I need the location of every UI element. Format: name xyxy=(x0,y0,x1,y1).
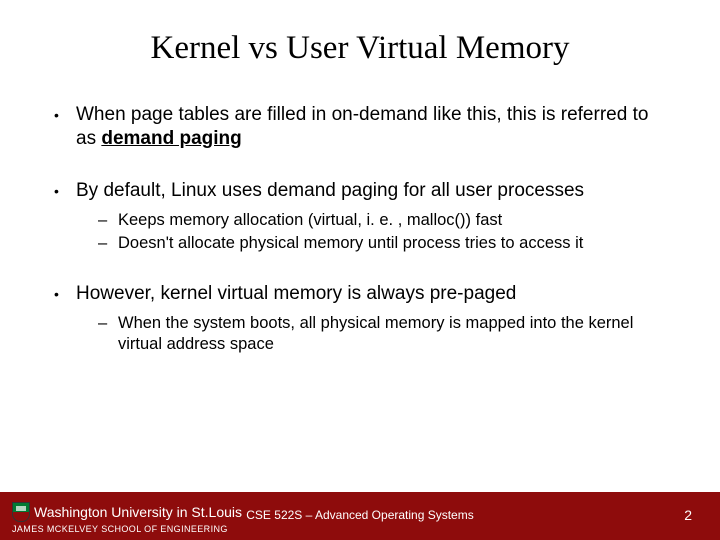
sub-bullet-text: When the system boots, all physical memo… xyxy=(118,314,633,353)
sub-bullet-list: Keeps memory allocation (virtual, i. e. … xyxy=(76,210,670,253)
bullet-bold: demand paging xyxy=(101,128,241,149)
bullet-list: When page tables are filled in on-demand… xyxy=(50,103,670,355)
course-label: CSE 522S – Advanced Operating Systems xyxy=(0,508,720,522)
bullet-item: By default, Linux uses demand paging for… xyxy=(50,179,670,254)
bullet-item: However, kernel virtual memory is always… xyxy=(50,282,670,355)
sub-bullet-item: Keeps memory allocation (virtual, i. e. … xyxy=(96,210,670,231)
footer-bar: Washington University in St.Louis JAMES … xyxy=(0,492,720,540)
sub-bullet-item: When the system boots, all physical memo… xyxy=(96,313,670,354)
sub-bullet-text: Keeps memory allocation (virtual, i. e. … xyxy=(118,211,502,229)
sub-bullet-text: Doesn't allocate physical memory until p… xyxy=(118,234,583,252)
bullet-text: By default, Linux uses demand paging for… xyxy=(76,180,584,201)
slide: Kernel vs User Virtual Memory When page … xyxy=(0,0,720,540)
bullet-text: However, kernel virtual memory is always… xyxy=(76,283,516,304)
slide-content: When page tables are filled in on-demand… xyxy=(50,103,670,355)
slide-title: Kernel vs User Virtual Memory xyxy=(50,30,670,67)
page-number: 2 xyxy=(684,507,692,523)
sub-bullet-list: When the system boots, all physical memo… xyxy=(76,313,670,354)
bullet-item: When page tables are filled in on-demand… xyxy=(50,103,670,151)
school-name: JAMES MCKELVEY SCHOOL OF ENGINEERING xyxy=(12,524,262,534)
sub-bullet-item: Doesn't allocate physical memory until p… xyxy=(96,233,670,254)
